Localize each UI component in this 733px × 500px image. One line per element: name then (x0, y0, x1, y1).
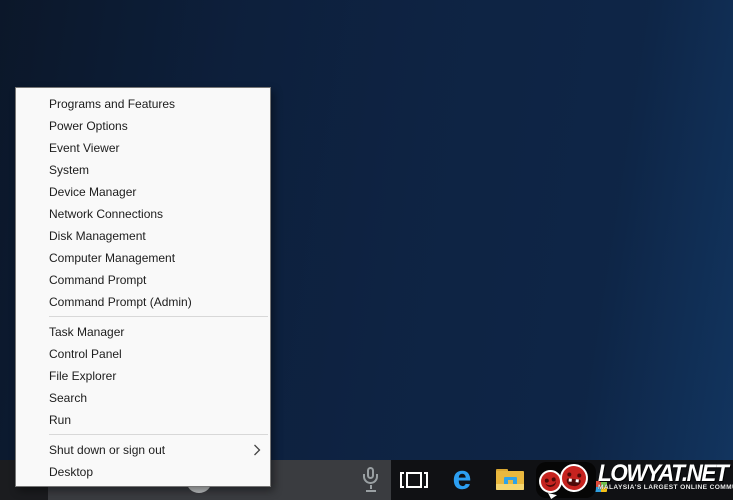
menu-item-power-options[interactable]: Power Options (16, 115, 270, 137)
menu-item-task-manager[interactable]: Task Manager (16, 321, 270, 343)
edge-icon: e (453, 461, 472, 495)
menu-item-search[interactable]: Search (16, 387, 270, 409)
menu-item-programs-and-features[interactable]: Programs and Features (16, 93, 270, 115)
menu-item-event-viewer[interactable]: Event Viewer (16, 137, 270, 159)
task-view-button[interactable] (391, 460, 437, 500)
lowyat-masks-icon (536, 460, 598, 500)
menu-separator (49, 434, 268, 435)
menu-item-control-panel[interactable]: Control Panel (16, 343, 270, 365)
menu-item-desktop[interactable]: Desktop (16, 461, 270, 483)
menu-item-system[interactable]: System (16, 159, 270, 181)
lowyat-watermark: LOWYAT.NET MALAYSIA'S LARGEST ONLINE COM… (534, 458, 732, 500)
menu-item-device-manager[interactable]: Device Manager (16, 181, 270, 203)
file-explorer-icon (495, 468, 525, 492)
menu-item-shutdown-or-signout[interactable]: Shut down or sign out (16, 439, 270, 461)
winx-menu: Programs and Features Power Options Even… (15, 87, 271, 487)
microphone-icon[interactable] (362, 467, 380, 493)
menu-separator (49, 316, 268, 317)
menu-item-command-prompt[interactable]: Command Prompt (16, 269, 270, 291)
lowyat-wordmark: LOWYAT.NET MALAYSIA'S LARGEST ONLINE COM… (598, 461, 730, 491)
menu-item-network-connections[interactable]: Network Connections (16, 203, 270, 225)
menu-item-disk-management[interactable]: Disk Management (16, 225, 270, 247)
submenu-chevron-icon (253, 444, 261, 456)
menu-item-command-prompt-admin[interactable]: Command Prompt (Admin) (16, 291, 270, 313)
menu-item-computer-management[interactable]: Computer Management (16, 247, 270, 269)
menu-item-file-explorer[interactable]: File Explorer (16, 365, 270, 387)
file-explorer-button[interactable] (487, 460, 533, 500)
menu-item-label: Shut down or sign out (49, 443, 165, 457)
lowyat-title: LOWYAT.NET (598, 461, 727, 484)
menu-item-run[interactable]: Run (16, 409, 270, 431)
edge-button[interactable]: e (437, 460, 487, 500)
task-view-icon (400, 471, 428, 490)
